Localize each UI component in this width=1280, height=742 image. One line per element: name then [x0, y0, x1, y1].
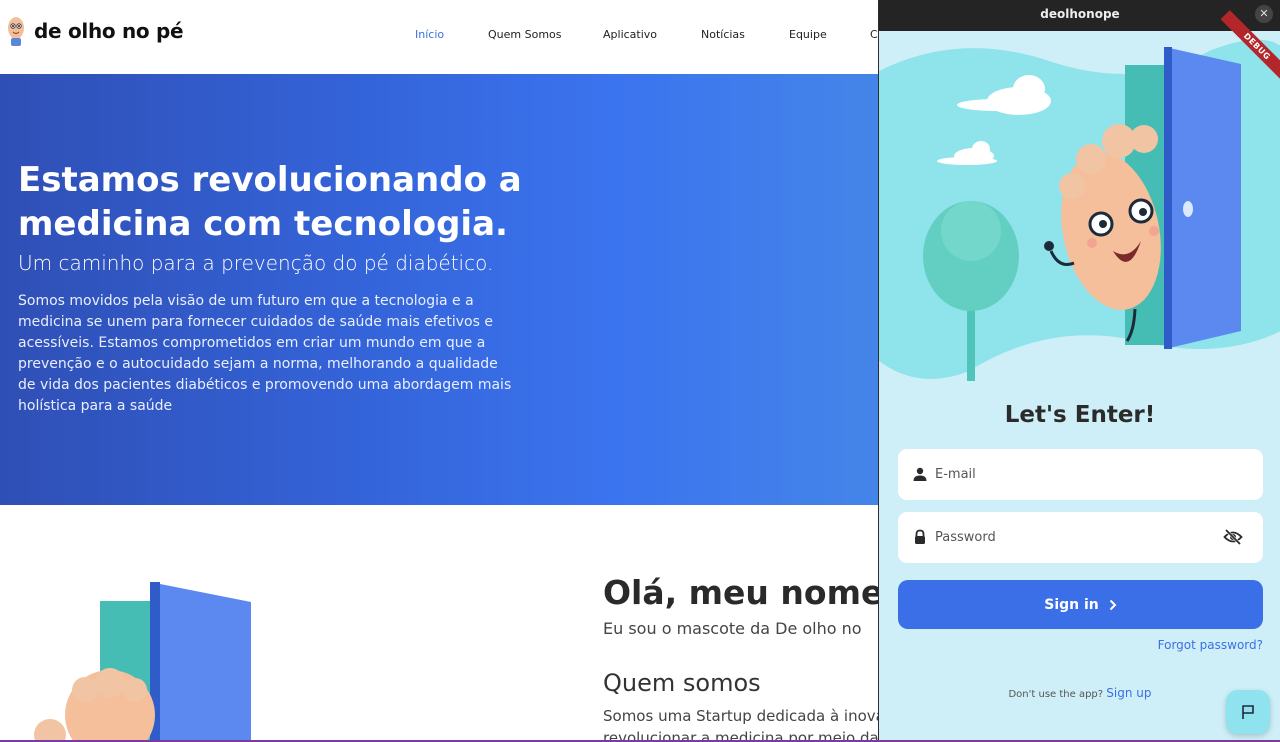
about-mascot-line: Eu sou o mascote da De olho no: [603, 619, 862, 638]
nav-item-contato[interactable]: C: [870, 28, 878, 41]
hero-subtitle: Um caminho para a prevenção do pé diabét…: [18, 251, 494, 275]
nav-item-aplicativo[interactable]: Aplicativo: [603, 28, 657, 41]
login-heading: Let's Enter!: [1004, 402, 1156, 428]
logo-text: de olho no pé: [34, 19, 184, 43]
mascot-door-illustration: [34, 582, 251, 742]
nav-item-equipe[interactable]: Equipe: [789, 28, 827, 41]
email-input[interactable]: [935, 449, 1225, 500]
sign-in-label: Sign in: [1044, 596, 1099, 613]
hero-title: Estamos revolucionando a medicina com te…: [18, 160, 522, 244]
hero-section: Estamos revolucionando a medicina com te…: [0, 74, 880, 505]
close-window-button[interactable]: ✕: [1255, 5, 1273, 23]
foot-mascot-icon: [8, 17, 24, 46]
signup-row: Don't use the app? Sign up: [879, 686, 1280, 700]
window-titlebar[interactable]: deolhonope ✕: [879, 0, 1280, 31]
person-icon: [913, 467, 927, 481]
signup-prompt: Don't use the app?: [1008, 689, 1107, 700]
flag-fab-button[interactable]: [1226, 690, 1270, 734]
nav-item-quem-somos[interactable]: Quem Somos: [488, 28, 562, 41]
password-field[interactable]: [898, 512, 1263, 563]
email-field[interactable]: [898, 449, 1263, 500]
about-hello-heading: Olá, meu nome: [603, 573, 880, 612]
chevron-right-icon: [1109, 599, 1117, 610]
hero-body: Somos movidos pela visão de um futuro em…: [18, 293, 512, 414]
mascot-login-illustration: [879, 39, 1280, 381]
close-icon: ✕: [1259, 7, 1269, 20]
about-section: Olá, meu nome Eu sou o mascote da De olh…: [0, 505, 880, 742]
forgot-password-link[interactable]: Forgot password?: [1158, 638, 1263, 652]
about-heading: Quem somos: [603, 669, 761, 697]
sign-up-link[interactable]: Sign up: [1106, 686, 1151, 700]
app-window: deolhonope ✕ Let's Enter! E-mail Sign in…: [878, 0, 1280, 742]
password-input[interactable]: [935, 512, 1225, 563]
site-logo[interactable]: de olho no pé: [4, 14, 184, 48]
about-text: Somos uma Startup dedicada à inovação em…: [603, 707, 880, 742]
visibility-off-icon[interactable]: [1223, 528, 1243, 546]
nav-item-inicio[interactable]: Início: [415, 28, 444, 41]
lock-icon: [915, 529, 925, 544]
nav-item-noticias[interactable]: Notícias: [701, 28, 745, 41]
sign-in-button[interactable]: Sign in: [898, 580, 1263, 629]
flag-icon: [1242, 705, 1254, 719]
